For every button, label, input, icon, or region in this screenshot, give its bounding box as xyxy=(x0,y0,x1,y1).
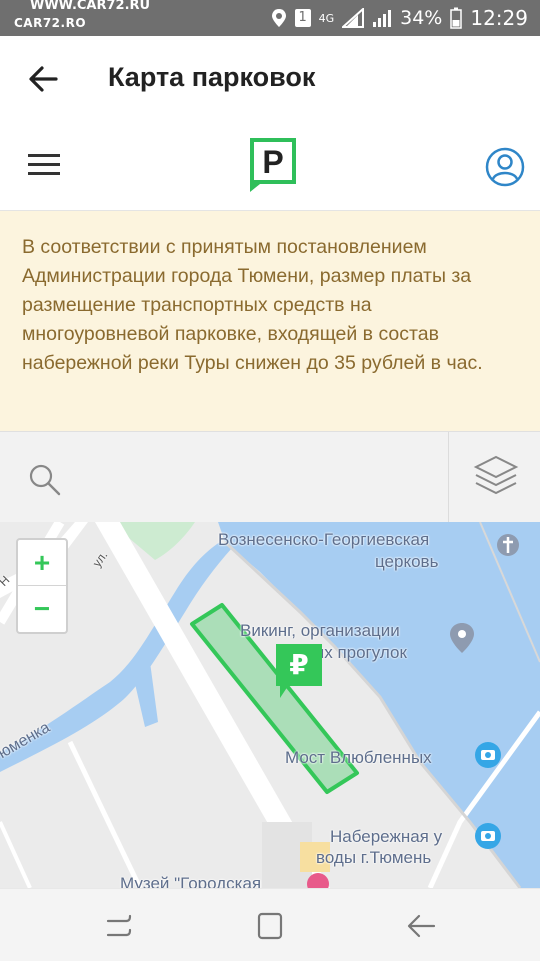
map-canvas[interactable] xyxy=(0,522,540,888)
road-lower xyxy=(67,740,143,888)
map-pin-dot xyxy=(458,630,466,638)
map-label-viking: Викинг, организации xyxy=(240,621,400,640)
parking-map[interactable]: Вознесенско-Георгиевская церковь Викинг,… xyxy=(0,522,540,888)
map-label-church: Вознесенско-Георгиевская xyxy=(218,530,430,549)
map-label-embankment-2: воды г.Тюмень xyxy=(316,848,432,867)
parking-marker[interactable]: ₽ xyxy=(276,644,322,698)
page-title: Карта парковок xyxy=(108,62,316,92)
ruble-symbol: ₽ xyxy=(289,648,309,681)
home-icon[interactable] xyxy=(257,912,283,940)
zoom-out-button[interactable]: − xyxy=(18,586,66,631)
status-bar: WWW.CAR72.RU CAR72.RO 1 4G 34% 12:29 xyxy=(0,0,540,36)
app-header: P xyxy=(0,122,540,211)
back-nav-icon[interactable] xyxy=(406,913,436,939)
layers-button[interactable] xyxy=(448,432,540,522)
network-type: 4G xyxy=(318,11,335,25)
camera-lens xyxy=(485,752,491,758)
parking-logo-icon: P xyxy=(250,138,296,192)
hamburger-icon[interactable] xyxy=(28,152,62,178)
road-lower-2 xyxy=(0,821,32,888)
signal-icon-2 xyxy=(373,10,392,27)
map-label-bridge: Мост Влюбленных xyxy=(285,748,432,767)
signal-icon xyxy=(342,8,365,28)
map-label-museum: Музей "Городская xyxy=(120,874,262,888)
arrow-left-icon[interactable] xyxy=(26,62,60,96)
recent-apps-icon[interactable] xyxy=(104,913,134,939)
watermark-logo: CAR72.RO xyxy=(14,16,87,30)
app-bar: Карта парковок xyxy=(0,36,540,122)
watermark-url: WWW.CAR72.RU xyxy=(30,0,151,13)
zoom-control: + − xyxy=(16,538,68,634)
layers-icon xyxy=(473,455,519,495)
sim-slot-badge: 1 xyxy=(294,9,311,27)
clock: 12:29 xyxy=(470,6,528,30)
map-search-bar[interactable] xyxy=(0,431,540,523)
svg-text:P: P xyxy=(262,144,283,180)
notice-text: В соответствии с принятым постановлением… xyxy=(22,236,483,374)
battery-percent: 34% xyxy=(400,7,443,29)
map-label-embankment: Набережная у xyxy=(330,827,443,846)
battery-icon xyxy=(450,7,463,29)
location-icon xyxy=(271,9,286,27)
map-label-viking-2: ых прогулок xyxy=(312,643,407,662)
zoom-in-button[interactable]: + xyxy=(18,540,66,586)
system-nav-bar xyxy=(0,888,540,961)
notice-banner: В соответствии с принятым постановлением… xyxy=(0,211,540,431)
search-icon[interactable] xyxy=(28,463,62,497)
map-label-church-2: церковь xyxy=(375,552,439,571)
pond xyxy=(130,662,158,727)
camera-lens-2 xyxy=(485,833,491,839)
user-circle-icon[interactable] xyxy=(485,147,525,187)
